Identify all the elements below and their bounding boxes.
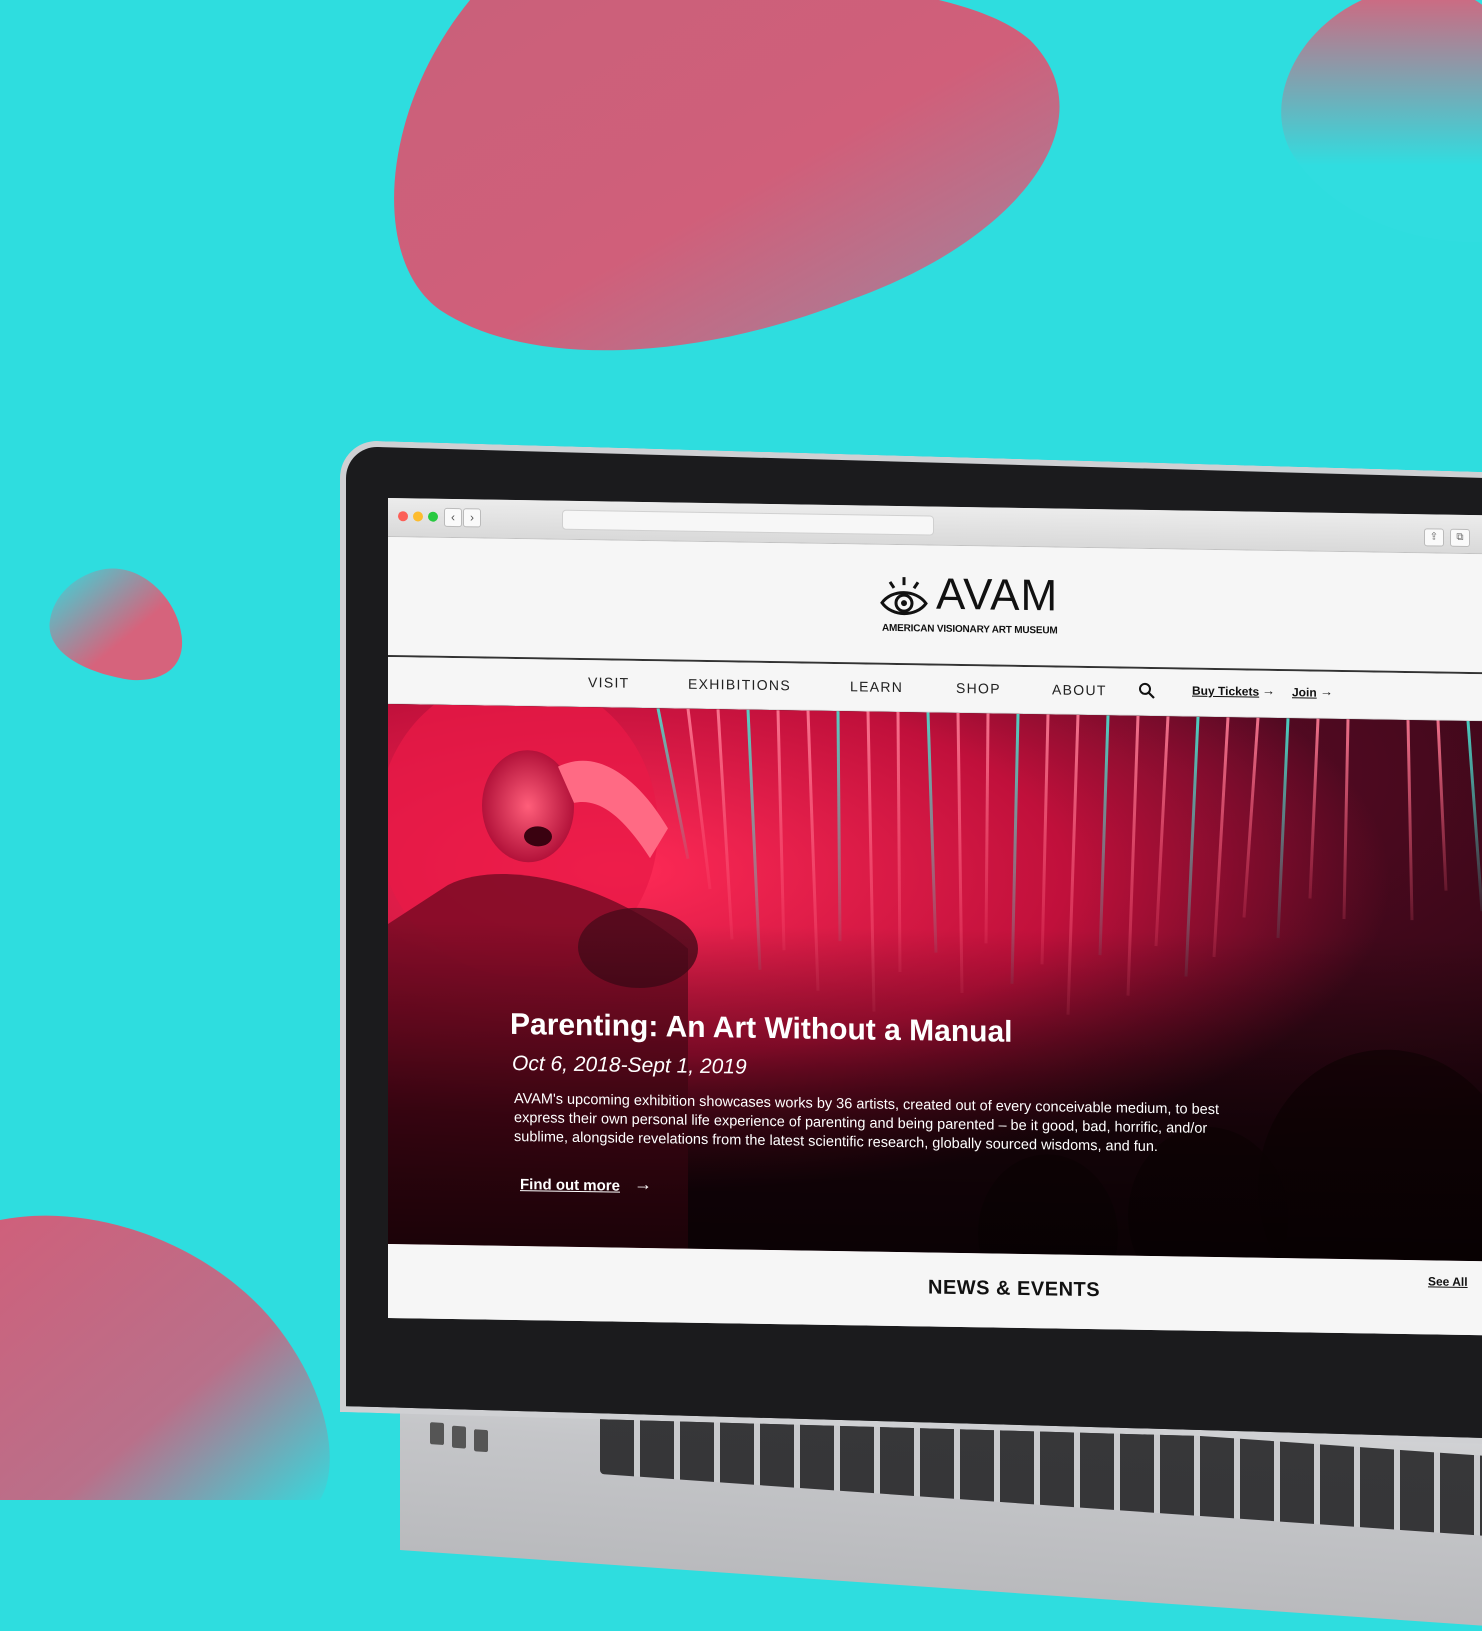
nav-item-shop[interactable]: SHOP: [956, 680, 1001, 697]
search-icon[interactable]: [1138, 682, 1156, 700]
maximize-window-button[interactable]: [428, 511, 438, 522]
nav-item-learn[interactable]: LEARN: [850, 678, 903, 695]
forward-icon[interactable]: ›: [463, 508, 481, 528]
browser-window: ‹ › ⇪ ⧉ AVAM AMERICAN VISIONARY ART MUSE…: [388, 498, 1482, 1336]
arrow-right-icon: →: [1262, 682, 1275, 698]
address-bar[interactable]: [562, 509, 934, 536]
decorative-blob-top: [394, 0, 1060, 351]
logo-wordmark: AVAM: [936, 569, 1059, 621]
tabs-icon[interactable]: ⧉: [1450, 528, 1470, 547]
hero-date: Oct 6, 2018-Sept 1, 2019: [512, 1051, 747, 1079]
decorative-blob-bottom-left: [0, 1215, 330, 1500]
eye-icon: [880, 577, 928, 616]
site-header: AVAM AMERICAN VISIONARY ART MUSEUM: [388, 537, 1482, 675]
back-icon[interactable]: ‹: [444, 507, 462, 528]
decorative-blob-top-right: [1281, 0, 1482, 242]
buy-tickets-link[interactable]: Buy Tickets: [1192, 684, 1259, 699]
minimize-window-button[interactable]: [413, 511, 423, 522]
nav-item-visit[interactable]: VISIT: [588, 674, 630, 691]
see-all-link[interactable]: See All: [1428, 1274, 1468, 1289]
usb-port: [430, 1422, 444, 1446]
share-icon[interactable]: ⇪: [1424, 528, 1444, 547]
nav-item-exhibitions[interactable]: EXHIBITIONS: [688, 676, 791, 694]
hero-banner: Parenting: An Art Without a Manual Oct 6…: [388, 704, 1482, 1262]
logo-subtitle: AMERICAN VISIONARY ART MUSEUM: [882, 622, 1058, 637]
nav-item-about[interactable]: ABOUT: [1052, 681, 1107, 698]
find-out-more-link[interactable]: Find out more: [520, 1176, 620, 1195]
laptop-mockup: ‹ › ⇪ ⧉ AVAM AMERICAN VISIONARY ART MUSE…: [340, 440, 1482, 1631]
usb-port: [474, 1429, 488, 1453]
section-heading: NEWS & EVENTS: [928, 1276, 1101, 1302]
join-link[interactable]: Join: [1292, 685, 1317, 699]
decorative-blob-left: [49, 568, 183, 681]
arrow-right-icon: →: [634, 1173, 652, 1195]
hero-description: AVAM's upcoming exhibition showcases wor…: [514, 1090, 1220, 1156]
close-window-button[interactable]: [398, 511, 408, 522]
arrow-right-icon: →: [1320, 683, 1333, 699]
usb-port: [452, 1425, 466, 1449]
